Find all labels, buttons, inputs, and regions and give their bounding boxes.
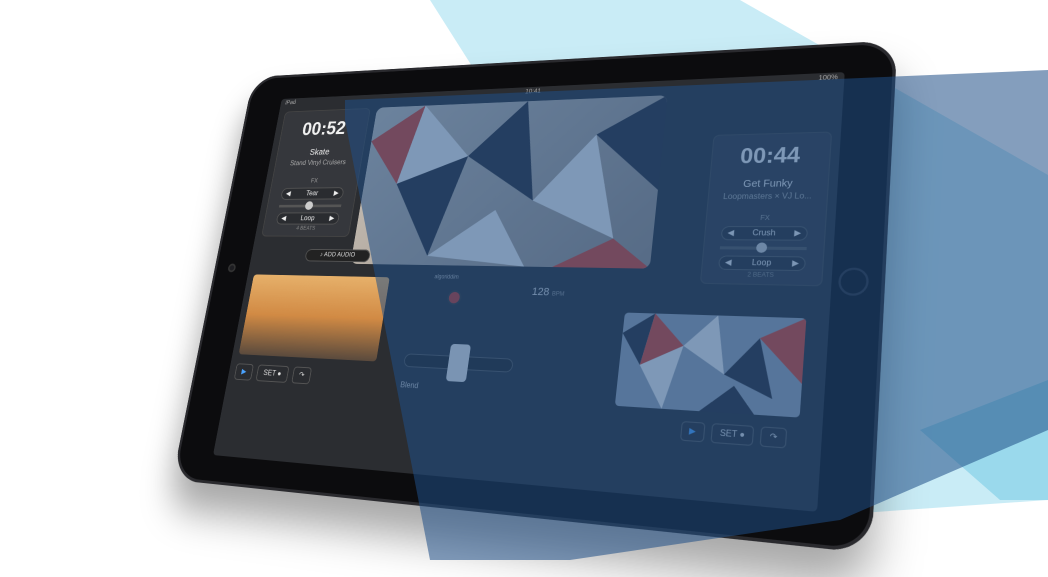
right-fx-value: Crush (752, 228, 776, 238)
left-fx-value: Tear (305, 189, 319, 198)
home-button-icon[interactable] (837, 267, 870, 297)
crossfader-handle[interactable] (445, 343, 472, 383)
left-set-button[interactable]: SET ● (255, 364, 290, 383)
bpm-value: 128 (531, 286, 550, 299)
bpm-unit: BPM (551, 291, 565, 298)
right-deck-panel: 00:44 Get Funky Loopmasters × VJ Lo... F… (699, 131, 833, 287)
left-fx-label: FX (310, 178, 319, 185)
right-fx-slider[interactable] (719, 242, 807, 253)
left-deck-panel: 00:52 Skate Stand Vinyl Cruisers FX ◀ Tea… (261, 107, 371, 237)
right-fx-selector[interactable]: ◀ Crush ▶ (720, 226, 809, 241)
left-fx-selector[interactable]: ◀ Tear ▶ (280, 187, 345, 200)
left-video-thumbnail[interactable] (238, 274, 390, 362)
triangle-pattern-small (619, 312, 807, 415)
right-set-button[interactable]: SET ● (710, 423, 755, 447)
left-transport: ▶ SET ● ↷ (233, 363, 313, 385)
right-loop-sub: 2 BEATS (747, 272, 774, 280)
status-carrier: iPad (284, 99, 297, 107)
camera-icon (227, 263, 237, 273)
left-play-button[interactable]: ▶ (233, 363, 255, 381)
left-deck-track: Skate (308, 147, 331, 158)
record-icon[interactable] (448, 291, 461, 304)
add-audio-label: ADD AUDIO (323, 251, 356, 259)
next-icon[interactable]: ▶ (333, 187, 340, 199)
right-deck-track: Get Funky (742, 178, 793, 190)
right-loop-selector[interactable]: ◀ Loop ▶ (717, 255, 807, 272)
right-fx-label: FX (759, 214, 771, 223)
prev-icon[interactable]: ◀ (724, 256, 732, 270)
right-transport: ▶ SET ● ↷ (679, 420, 788, 449)
triangle-pattern (364, 95, 668, 269)
add-audio-button[interactable]: ♪ ADD AUDIO (304, 248, 371, 263)
bpm-display: 128 BPM (531, 286, 565, 299)
next-icon[interactable]: ▶ (328, 212, 335, 224)
brand-watermark: algoriddim (433, 274, 460, 281)
status-battery: 100% (818, 74, 839, 83)
main-video-preview[interactable] (350, 95, 668, 269)
right-play-button[interactable]: ▶ (679, 420, 706, 443)
right-video-thumbnail[interactable] (614, 312, 807, 418)
prev-icon[interactable]: ◀ (727, 226, 735, 240)
right-fx-slider-knob[interactable] (755, 242, 768, 253)
right-deck-artist: Loopmasters × VJ Lo... (722, 191, 812, 202)
crossfader[interactable] (403, 343, 514, 383)
left-loop-selector[interactable]: ◀ Loop ▶ (275, 212, 341, 225)
right-loop-label: Loop (751, 257, 772, 268)
prev-icon[interactable]: ◀ (280, 213, 287, 225)
left-deck-artist: Stand Vinyl Cruisers (289, 158, 347, 168)
ipad-device: iPad 10:41 100% 00:52 Skate Stand Vinyl … (172, 40, 898, 554)
next-icon[interactable]: ▶ (794, 226, 802, 241)
left-loop-label: Loop (299, 214, 316, 222)
next-icon[interactable]: ▶ (792, 256, 800, 271)
status-time: 10:41 (524, 88, 542, 96)
prev-icon[interactable]: ◀ (285, 188, 292, 200)
blend-label[interactable]: Blend (400, 380, 419, 390)
left-fx-slider[interactable] (278, 201, 342, 210)
left-deck-time: 00:52 (300, 117, 348, 140)
right-loop-button[interactable]: ↷ (759, 426, 788, 449)
left-loop-button[interactable]: ↷ (290, 366, 313, 385)
app-screen: iPad 10:41 100% 00:52 Skate Stand Vinyl … (212, 72, 845, 512)
left-loop-sub: 4 BEATS (295, 226, 316, 232)
right-deck-time: 00:44 (739, 142, 802, 169)
left-fx-slider-knob[interactable] (304, 201, 314, 210)
